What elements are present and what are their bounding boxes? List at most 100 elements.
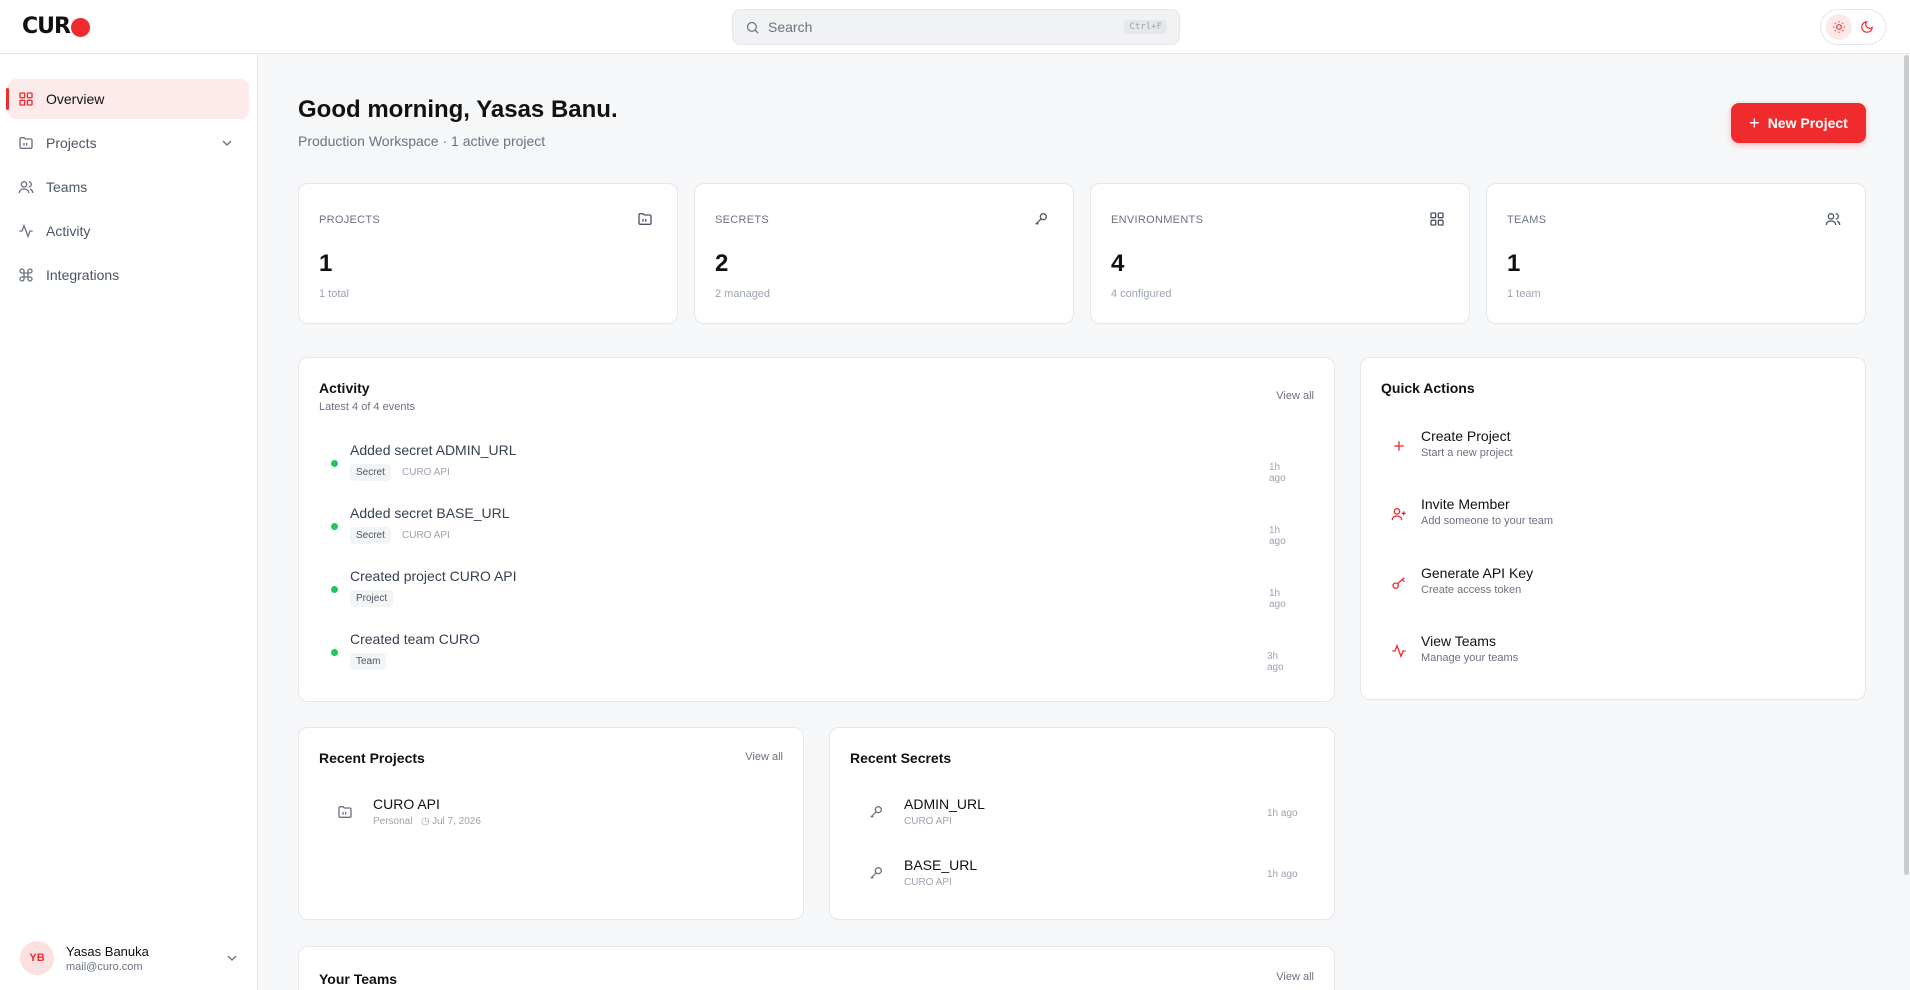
secret-time: 1h ago — [1267, 869, 1298, 880]
activity-subtitle: Latest 4 of 4 events — [319, 401, 416, 413]
stat-card-projects[interactable]: PROJECTS 1 1 total — [298, 183, 678, 324]
secret-row[interactable]: BASE_URL CURO API 1h ago — [866, 857, 1306, 897]
stat-label: TEAMS — [1507, 214, 1547, 226]
folder-icon — [638, 213, 652, 225]
chevron-down-icon[interactable] — [224, 950, 240, 966]
activity-item[interactable]: Created project CURO API Project 1h ago — [331, 564, 1286, 614]
project-date: Jul 7, 2026 — [432, 816, 481, 827]
activity-item[interactable]: Created team CURO Team 3h ago — [331, 627, 1284, 677]
sidebar-item-overview[interactable]: Overview — [6, 79, 249, 119]
user-name: Yasas Banuka — [66, 943, 149, 959]
quick-action-create-project[interactable]: Create Project Start a new project — [1381, 426, 1721, 474]
sidebar-item-label: Integrations — [46, 267, 120, 283]
stat-value: 1 — [319, 250, 333, 277]
status-dot — [331, 586, 338, 593]
quick-action-invite-member[interactable]: Invite Member Add someone to your team — [1381, 494, 1721, 542]
your-teams-view-all-link[interactable]: View all — [1276, 971, 1314, 983]
activity-item-title: Added secret ADMIN_URL — [350, 442, 517, 458]
secret-name: BASE_URL — [904, 857, 978, 873]
theme-toggle[interactable] — [1820, 9, 1886, 45]
sun-icon — [1833, 21, 1845, 33]
project-row[interactable]: CURO API Personal ◷ Jul 7, 2026 — [335, 796, 775, 836]
sidebar-item-label: Overview — [46, 91, 105, 107]
quick-action-sub: Create access token — [1421, 584, 1522, 596]
key-icon — [1035, 213, 1047, 225]
recent-projects-card: Recent Projects View all CURO API Person… — [298, 727, 804, 920]
user-email: mail@curo.com — [66, 960, 143, 973]
key-icon — [870, 806, 882, 818]
quick-action-generate-api-key[interactable]: Generate API Key Create access token — [1381, 563, 1721, 611]
recent-projects-view-all-link[interactable]: View all — [745, 751, 783, 763]
activity-item[interactable]: Added secret ADMIN_URL Secret CURO API 1… — [331, 438, 1286, 488]
sidebar-item-label: Activity — [46, 223, 91, 239]
chevron-down-icon[interactable] — [219, 135, 235, 151]
search-shortcut: Ctrl+F — [1124, 20, 1167, 34]
activity-item[interactable]: Added secret BASE_URL Secret CURO API 1h… — [331, 501, 1286, 551]
key-icon — [870, 867, 882, 879]
status-dot — [331, 649, 338, 656]
quick-action-view-teams[interactable]: View Teams Manage your teams — [1381, 631, 1721, 679]
your-teams-card: Your Teams View all — [298, 946, 1335, 990]
activity-view-all-link[interactable]: View all — [1276, 390, 1314, 402]
stat-label: PROJECTS — [319, 214, 381, 226]
sidebar-item-activity[interactable]: Activity — [8, 211, 249, 251]
project-name: CURO API — [373, 796, 440, 812]
activity-time: 1h ago — [1269, 588, 1286, 610]
activity-title: Activity — [319, 380, 370, 396]
folder-icon — [19, 137, 33, 149]
stat-card-environments[interactable]: ENVIRONMENTS 4 4 configured — [1090, 183, 1470, 324]
activity-time: 1h ago — [1269, 525, 1286, 547]
logo-text: CUR — [22, 14, 71, 39]
light-mode-button[interactable] — [1826, 14, 1852, 40]
stat-label: SECRETS — [715, 214, 770, 226]
stat-sub: 1 team — [1507, 288, 1541, 300]
scrollbar[interactable] — [1904, 55, 1909, 875]
activity-tag: Secret — [350, 464, 391, 481]
secret-row[interactable]: ADMIN_URL CURO API 1h ago — [866, 796, 1306, 836]
secret-project: CURO API — [904, 877, 952, 888]
secret-name: ADMIN_URL — [904, 796, 985, 812]
stat-value: 2 — [715, 250, 729, 277]
secret-time: 1h ago — [1267, 808, 1298, 819]
users-icon — [18, 181, 34, 194]
search-placeholder: Search — [768, 19, 813, 35]
sidebar-item-integrations[interactable]: Integrations — [8, 255, 249, 295]
sidebar-item-label: Projects — [46, 135, 97, 151]
quick-action-title: Generate API Key — [1421, 565, 1534, 581]
new-project-button[interactable]: + New Project — [1731, 103, 1866, 143]
stat-sub: 1 total — [319, 288, 349, 300]
project-owner: Personal — [373, 816, 413, 827]
search-input[interactable]: Search Ctrl+F — [732, 9, 1180, 45]
quick-action-sub: Add someone to your team — [1421, 515, 1554, 527]
curo-logo[interactable]: CUR — [22, 14, 90, 39]
activity-time: 3h ago — [1267, 651, 1284, 673]
plus-icon: + — [1749, 112, 1760, 133]
stat-value: 4 — [1111, 250, 1125, 277]
stat-card-teams[interactable]: TEAMS 1 1 team — [1486, 183, 1866, 324]
dark-mode-button[interactable] — [1854, 14, 1880, 40]
stat-card-secrets[interactable]: SECRETS 2 2 managed — [694, 183, 1074, 324]
user-menu[interactable]: YB Yasas Banuka mail@curo.com — [20, 935, 240, 981]
quick-action-title: View Teams — [1421, 633, 1496, 649]
status-dot — [331, 460, 338, 467]
logo-o-mark — [70, 18, 90, 37]
search-icon — [746, 21, 759, 34]
quick-actions-title: Quick Actions — [1381, 380, 1475, 396]
moon-icon — [1861, 21, 1873, 33]
quick-action-sub: Start a new project — [1421, 447, 1513, 459]
command-icon — [19, 268, 33, 282]
key-icon — [1392, 577, 1405, 589]
sidebar-item-projects[interactable]: Projects — [8, 123, 249, 163]
activity-icon — [19, 223, 33, 239]
activity-tag: Secret — [350, 527, 391, 544]
quick-action-title: Invite Member — [1421, 496, 1510, 512]
user-plus-icon — [1391, 508, 1406, 521]
activity-item-title: Created team CURO — [350, 631, 480, 647]
folder-icon — [338, 806, 352, 818]
activity-tag: Team — [350, 653, 387, 670]
sidebar-item-teams[interactable]: Teams — [8, 167, 249, 207]
sidebar-item-label: Teams — [46, 179, 88, 195]
workspace-subtitle: Production Workspace · 1 active project — [298, 133, 546, 149]
activity-item-title: Added secret BASE_URL — [350, 505, 510, 521]
stat-sub: 2 managed — [715, 288, 771, 300]
